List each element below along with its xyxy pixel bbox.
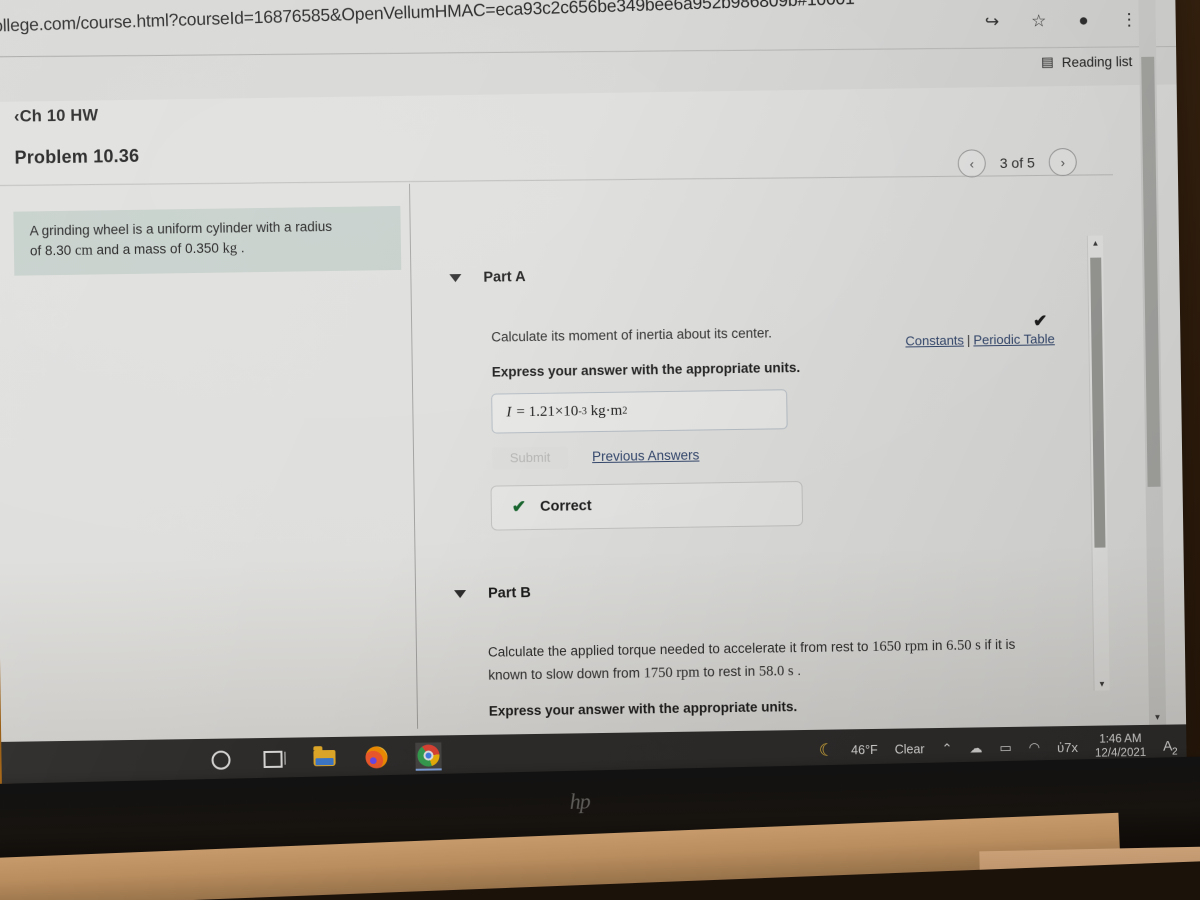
part-b-header[interactable]: Part B [454,577,1074,602]
part-b-seg4: to rest in [699,664,758,680]
taskbar-app-icons [207,742,441,773]
answer-units-exponent: 2 [622,406,627,417]
part-a-instruction: Express your answer with the appropriate… [492,356,1071,380]
scroll-down-arrow-icon[interactable]: ▼ [1094,676,1109,690]
hp-logo: hp [569,788,590,814]
answer-exponent: -3 [578,407,587,418]
status-label: Correct [540,499,592,516]
assignment-scrollbar[interactable]: ▲ ▼ [1087,236,1110,691]
part-b-seg5: . [793,663,801,678]
mass-units: kg [222,241,237,257]
battery-icon[interactable]: ▭ [999,740,1012,756]
reading-list-label: Reading list [1062,54,1133,70]
favorite-star-icon[interactable]: ☆ [1031,12,1047,29]
answer-symbol: I [506,405,511,422]
breadcrumb-ch10hw[interactable]: ‹Ch 10 HW [14,106,99,126]
clock-time: 1:46 AM [1095,732,1146,747]
answer-column: Part A Calculate its moment of inertia a… [449,261,1076,719]
answer-units: kg·m [590,403,622,420]
scroll-up-arrow-icon[interactable]: ▲ [1088,236,1103,250]
task-view-icon[interactable] [259,746,285,772]
radius-units: cm [75,243,93,259]
part-b-seg2: in [928,638,946,653]
title-divider [0,174,1113,186]
problem-pager: ‹ 3 of 5 › [958,148,1077,178]
part-b-rpm-2: 1750 rpm [644,665,700,682]
screen-area: college.com/course.html?courseId=1687658… [0,0,1187,784]
cloud-icon[interactable]: ☁ [969,740,982,756]
scrollbar-thumb[interactable] [1090,258,1105,548]
column-divider [409,184,418,729]
page-title: Problem 10.36 [14,146,139,169]
weather-temperature[interactable]: 46°F [851,743,878,757]
problem-statement-line2-pre: of 8.30 [30,243,75,259]
part-b-time-2: 58.0 s [759,663,794,680]
cortana-icon[interactable] [207,746,233,772]
previous-problem-button[interactable]: ‹ [958,149,986,177]
problem-statement-panel: A grinding wheel is a uniform cylinder w… [13,206,401,276]
volume-muted-icon[interactable]: ὐ7x [1057,739,1078,754]
part-b-label: Part B [488,585,531,602]
taskbar-clock[interactable]: 1:46 AM 12/4/2021 [1095,732,1147,761]
part-b-instruction: Express your answer with the appropriate… [489,695,1076,719]
notifications-icon[interactable]: ὞A 2 [1163,738,1173,754]
answer-equals: = [516,405,525,422]
collapse-triangle-icon[interactable] [454,590,466,598]
previous-answers-link[interactable]: Previous Answers [592,448,700,465]
reading-list-button[interactable]: ▤ Reading list [1041,53,1133,70]
part-a-status-badge: ✔ Correct [490,481,803,531]
show-hidden-icons-chevron-icon[interactable]: ⌃ [941,741,952,757]
toolbar-divider [0,46,1176,57]
browser-menu-icon[interactable]: ⋮ [1121,11,1138,28]
reading-list-icon: ▤ [1041,54,1054,70]
chrome-icon[interactable] [415,742,441,770]
problem-statement-line2-end: . [237,241,245,256]
part-a-actions: Submit Previous Answers [492,439,1072,470]
wifi-icon[interactable]: ◠ [1029,740,1041,756]
part-b-rpm-1: 1650 rpm [872,638,928,655]
page-scroll-down-arrow-icon[interactable]: ▼ [1149,709,1166,725]
moon-weather-icon: ☾ [819,741,835,761]
pager-label: 3 of 5 [1000,155,1035,172]
part-a-answer-field[interactable]: I = 1.21×10 -3 kg·m 2 [491,389,788,433]
part-b-question: Calculate the applied torque needed to a… [488,633,1059,688]
browser-toolbar-icons: ↪ ☆ ● ⋮ [985,11,1138,30]
part-a-question: Calculate its moment of inertia about it… [491,319,1070,349]
problem-statement-line2-mid: and a mass of 0.350 [93,241,223,258]
share-icon[interactable]: ↪ [985,13,1000,30]
submit-button[interactable]: Submit [492,446,568,469]
part-a-header[interactable]: Part A [449,261,1069,286]
profile-icon[interactable]: ● [1078,12,1089,29]
part-b-seg1: Calculate the applied torque needed to a… [488,639,872,660]
weather-condition[interactable]: Clear [895,742,925,756]
next-problem-button[interactable]: › [1049,148,1077,176]
firefox-icon[interactable] [363,744,389,770]
address-bar-url[interactable]: college.com/course.html?courseId=1687658… [0,0,885,37]
file-explorer-icon[interactable] [311,745,337,771]
collapse-triangle-icon[interactable] [449,274,461,282]
notifications-count-badge: 2 [1172,746,1178,757]
photographed-laptop-screen: college.com/course.html?courseId=1687658… [0,0,1200,900]
problem-statement-line1: A grinding wheel is a uniform cylinder w… [30,219,333,238]
part-a-label: Part A [483,269,525,286]
check-icon: ✔ [512,498,527,518]
answer-mantissa: 1.21×10 [529,404,579,422]
assignment-page: ‹Ch 10 HW Problem 10.36 A grinding wheel… [0,84,1186,742]
part-b-time-1: 6.50 s [946,637,981,654]
